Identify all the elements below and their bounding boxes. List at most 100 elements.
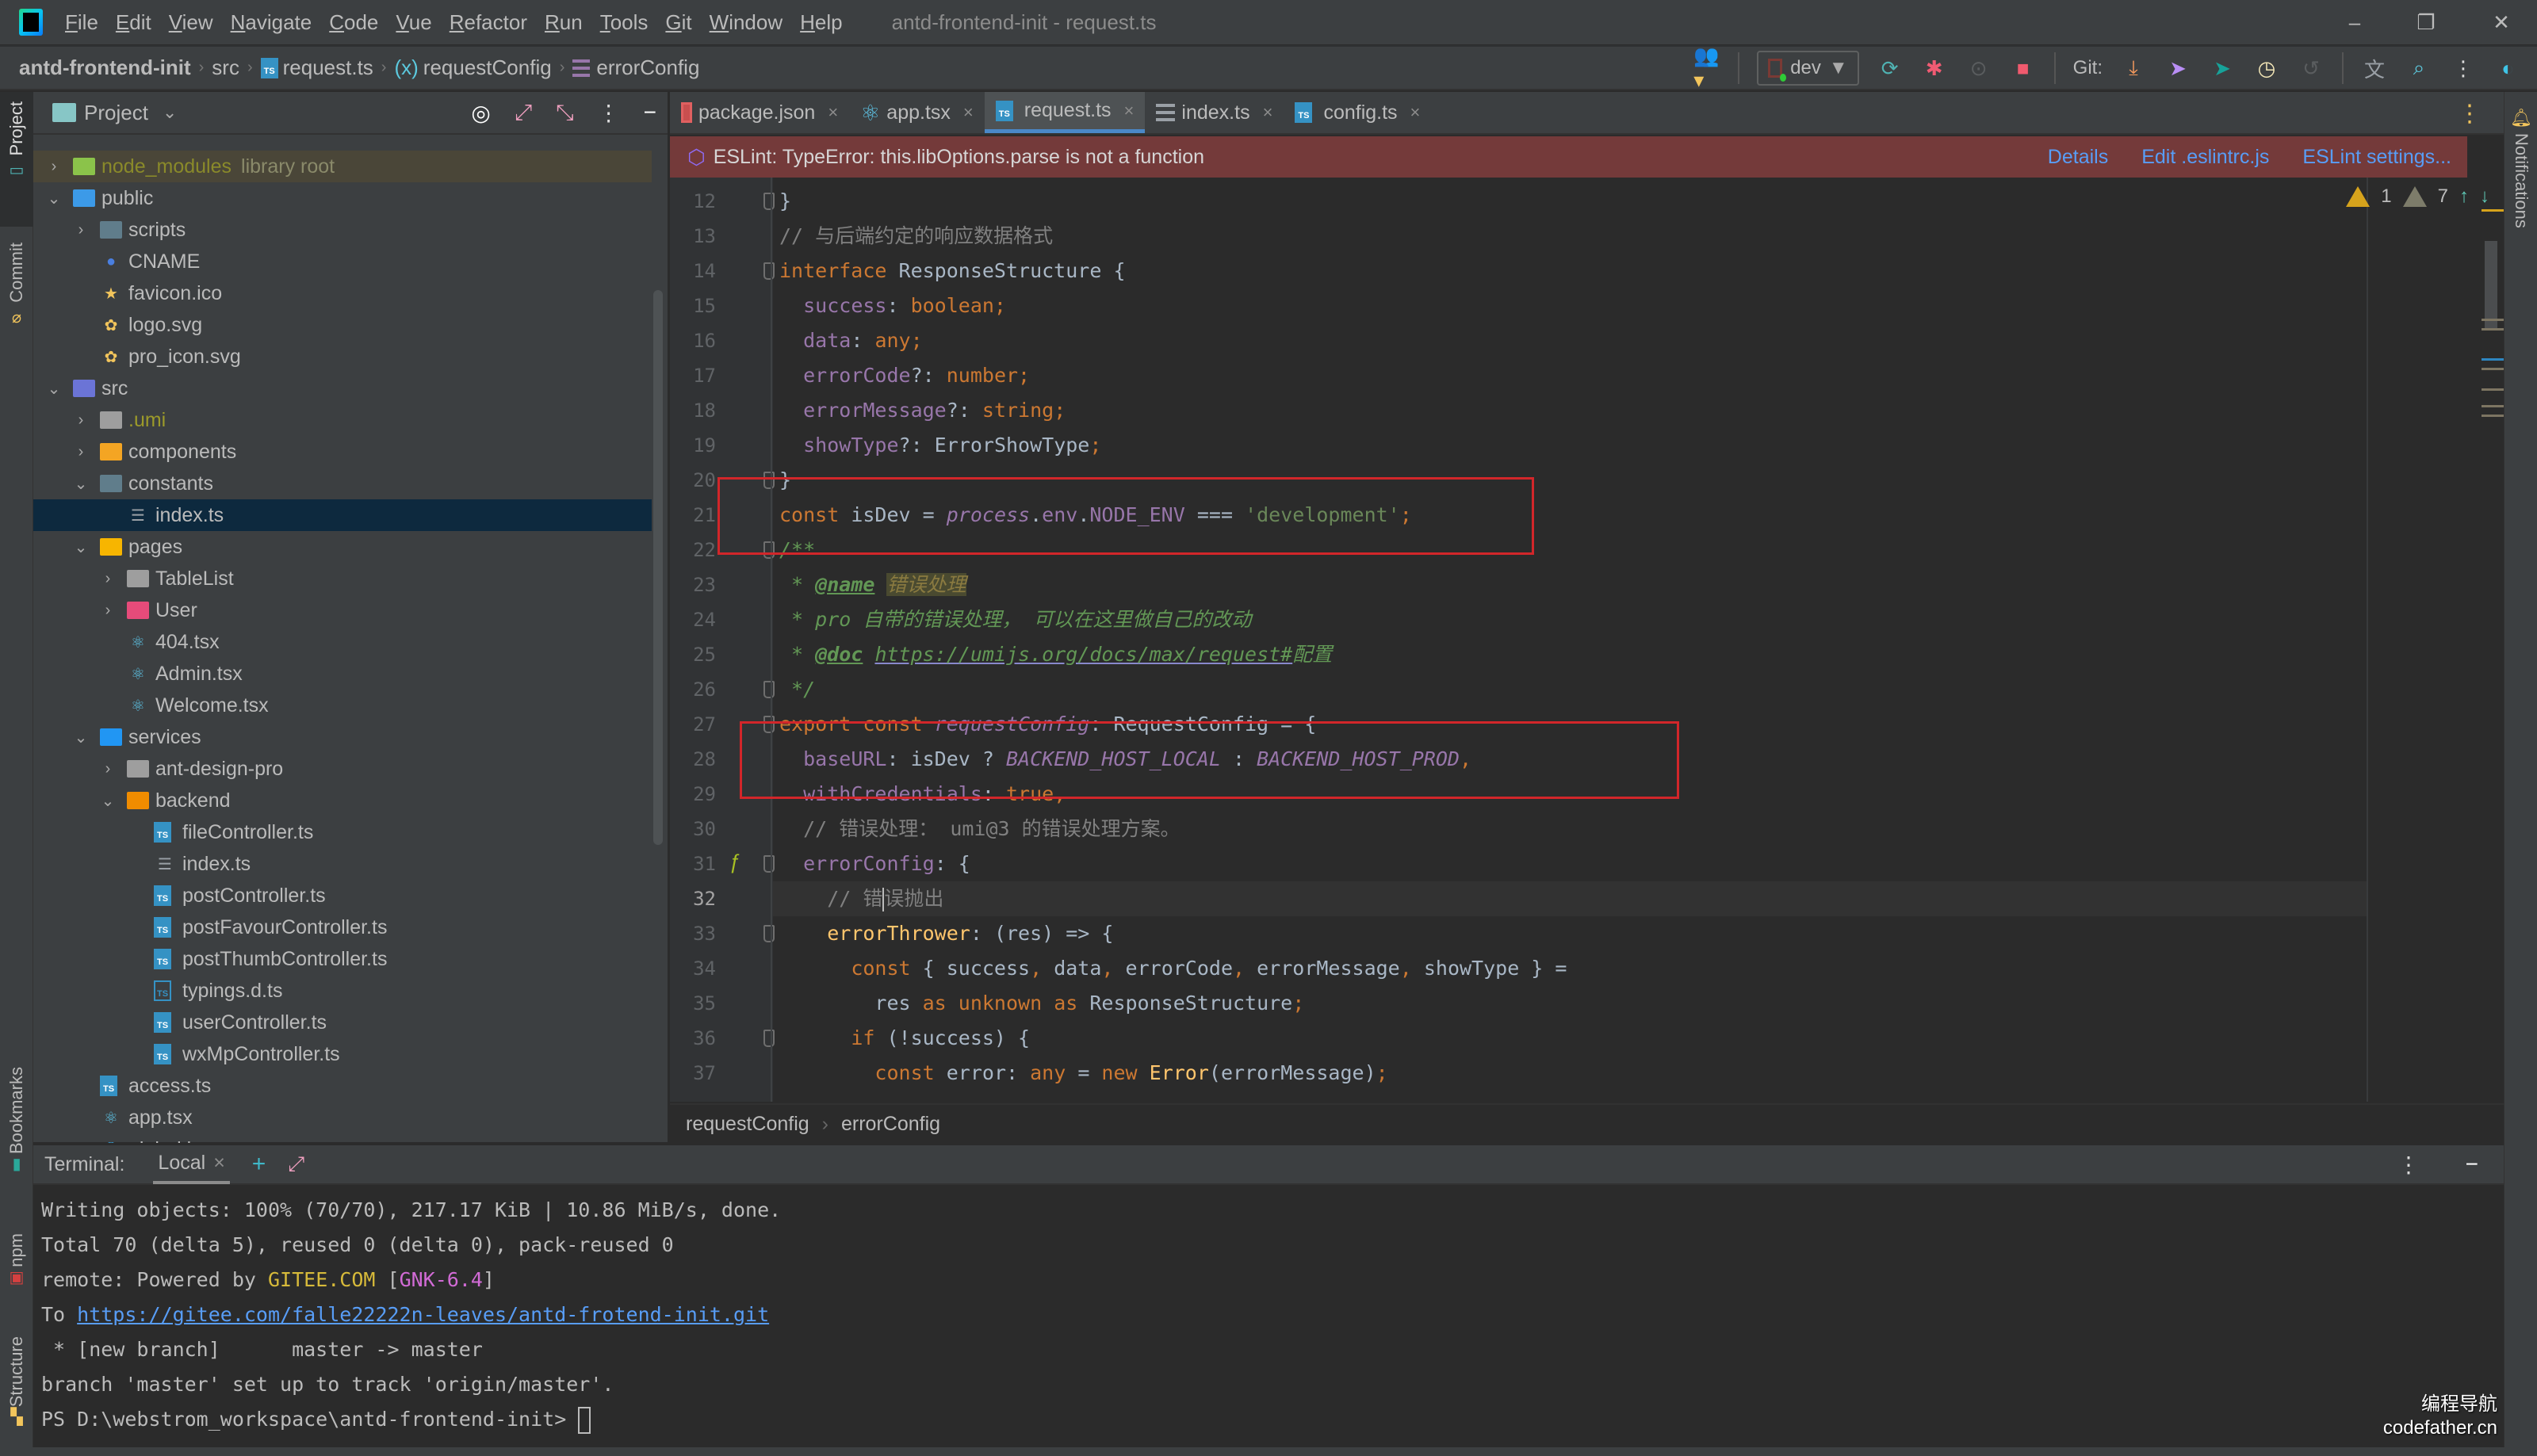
editor-tabs-menu-icon[interactable]: ⋮	[2458, 100, 2482, 128]
close-tab-icon[interactable]: ×	[1263, 102, 1273, 123]
ide-updates-icon[interactable]: ◐	[2494, 55, 2521, 82]
tree-item[interactable]: {} global.less	[33, 1133, 652, 1144]
stripe-marker[interactable]	[2482, 388, 2504, 391]
terminal-tab-local[interactable]: Local ×	[153, 1145, 230, 1184]
hide-terminal-icon[interactable]: −	[2466, 1152, 2478, 1177]
menu-navigate[interactable]: Navigate	[231, 10, 312, 35]
tool-tab-notifications[interactable]: 🔔︎ Notifications	[2504, 108, 2537, 266]
new-terminal-icon[interactable]: +	[252, 1151, 266, 1178]
chevron-down-icon[interactable]: ⌄	[44, 379, 63, 399]
tree-item[interactable]: TS userController.ts	[33, 1007, 652, 1038]
breadcrumb-project[interactable]: antd-frontend-init	[19, 55, 191, 80]
chevron-right-icon[interactable]: ›	[71, 221, 90, 239]
tree-item[interactable]: › node_modules library root	[33, 151, 652, 182]
tree-item[interactable]: › TableList	[33, 563, 652, 594]
stop-icon[interactable]: ■	[2010, 55, 2037, 82]
previous-problem-icon[interactable]: ↑	[2459, 185, 2469, 208]
search-icon[interactable]: ⌕	[2405, 55, 2432, 82]
close-tab-icon[interactable]: ×	[213, 1152, 225, 1175]
tree-item[interactable]: ⌄ backend	[33, 785, 652, 816]
more-options-icon[interactable]: ⋮	[2450, 55, 2477, 82]
tree-item[interactable]: ⌄ services	[33, 721, 652, 753]
tree-item[interactable]: ⚛ 404.tsx	[33, 626, 652, 658]
chevron-down-icon[interactable]: ⌄	[71, 728, 90, 747]
chevron-right-icon[interactable]: ›	[71, 443, 90, 461]
chevron-down-icon[interactable]: ⌄	[71, 474, 90, 494]
tab-config-ts[interactable]: TS config.ts ×	[1284, 92, 1431, 133]
maximize-terminal-icon[interactable]: ⤢	[288, 1152, 304, 1177]
options-menu-icon[interactable]: ⋮	[598, 100, 620, 126]
breadcrumb-property[interactable]: errorConfig	[596, 55, 699, 80]
chevron-down-icon[interactable]: ⌄	[163, 102, 177, 123]
tool-tab-npm[interactable]: npm ▣	[0, 1233, 33, 1328]
stripe-marker[interactable]	[2482, 405, 2504, 407]
code-with-me-icon[interactable]: 👥▾	[1693, 44, 1720, 92]
chevron-right-icon[interactable]: ›	[98, 570, 117, 588]
tool-tab-project[interactable]: Project ▭	[0, 92, 33, 227]
menu-git[interactable]: Git	[665, 10, 691, 35]
tab-index-ts[interactable]: index.ts ×	[1145, 92, 1284, 133]
tree-item[interactable]: ★ favicon.ico	[33, 277, 652, 309]
minimize-button[interactable]: ‒	[2331, 8, 2378, 36]
expand-all-icon[interactable]: ⤢	[515, 100, 532, 126]
rerun-icon[interactable]: ⟳	[1877, 55, 1904, 82]
tree-item[interactable]: ⌄ pages	[33, 531, 652, 563]
breadcrumb-src[interactable]: src	[212, 55, 239, 80]
breadcrumb-symbol[interactable]: requestConfig	[423, 55, 552, 80]
tool-tab-bookmarks[interactable]: Bookmarks ▮	[0, 1067, 33, 1225]
inspection-widget[interactable]: 1 7 ↑ ↓	[2346, 185, 2489, 208]
tree-item[interactable]: ⌄ src	[33, 373, 652, 404]
code-content[interactable]: } // 与后端约定的响应数据格式 interface ResponseStruct…	[773, 178, 2367, 1102]
chevron-right-icon[interactable]: ›	[44, 158, 63, 176]
tree-item[interactable]: ☰ index.ts	[33, 499, 652, 531]
stripe-marker[interactable]	[2482, 328, 2504, 331]
stripe-marker[interactable]	[2482, 319, 2504, 321]
run-configuration-select[interactable]: dev ▼	[1757, 51, 1859, 86]
close-tab-icon[interactable]: ×	[963, 102, 974, 123]
tree-item[interactable]: ✿ pro_icon.svg	[33, 341, 652, 373]
project-tree-scrollbar[interactable]	[653, 290, 663, 845]
tool-tab-structure[interactable]: Structure ▚	[0, 1336, 33, 1455]
edit-eslintrc-link[interactable]: Edit .eslintrc.js	[2141, 146, 2269, 169]
tree-item[interactable]: TS postThumbController.ts	[33, 943, 652, 975]
debug-icon[interactable]: ✱	[1921, 55, 1948, 82]
tree-item[interactable]: ⚛ app.tsx	[33, 1102, 652, 1133]
breadcrumb-file[interactable]: request.ts	[283, 55, 373, 80]
tree-item[interactable]: ☰ index.ts	[33, 848, 652, 880]
eslint-settings-link[interactable]: ESLint settings...	[2302, 146, 2451, 169]
chevron-down-icon[interactable]: ⌄	[44, 189, 63, 208]
menu-file[interactable]: File	[65, 10, 98, 35]
tree-item[interactable]: TS wxMpController.ts	[33, 1038, 652, 1070]
editor-scrollbar[interactable]	[2485, 241, 2497, 328]
menu-vue[interactable]: Vue	[396, 10, 431, 35]
menu-tools[interactable]: Tools	[600, 10, 649, 35]
chevron-down-icon[interactable]: ⌄	[98, 791, 117, 811]
hide-panel-icon[interactable]: −	[644, 100, 656, 126]
tree-item[interactable]: ⌄ constants	[33, 468, 652, 499]
git-push-icon[interactable]: ➤	[2209, 55, 2236, 82]
tree-item[interactable]: ⚛ Welcome.tsx	[33, 690, 652, 721]
tool-tab-commit[interactable]: Commit ⌀	[0, 235, 33, 353]
git-rollback-icon[interactable]: ↺	[2298, 55, 2325, 82]
next-problem-icon[interactable]: ↓	[2480, 185, 2489, 208]
tree-item[interactable]: TS typings.d.ts	[33, 975, 652, 1007]
stripe-marker[interactable]	[2482, 415, 2504, 417]
menu-refactor[interactable]: Refactor	[450, 10, 527, 35]
caret-stripe-marker[interactable]	[2482, 358, 2504, 361]
terminal-options-icon[interactable]: ⋮	[2397, 1152, 2420, 1178]
tree-item[interactable]: TS access.ts	[33, 1070, 652, 1102]
close-tab-icon[interactable]: ×	[828, 102, 838, 123]
stripe-marker[interactable]	[2482, 368, 2504, 370]
menu-view[interactable]: View	[169, 10, 213, 35]
tree-item[interactable]: TS postFavourController.ts	[33, 911, 652, 943]
menu-help[interactable]: Help	[800, 10, 842, 35]
menu-code[interactable]: Code	[329, 10, 378, 35]
tab-app-tsx[interactable]: ⚛ app.tsx ×	[849, 92, 985, 133]
close-tab-icon[interactable]: ×	[1124, 101, 1135, 121]
tree-item[interactable]: ⚛ Admin.tsx	[33, 658, 652, 690]
tab-package-json[interactable]: package.json ×	[670, 92, 849, 133]
eslint-details-link[interactable]: Details	[2048, 146, 2108, 169]
git-update-icon[interactable]: ⤓	[2120, 55, 2147, 82]
editor-breadcrumb-item[interactable]: errorConfig	[841, 1113, 940, 1136]
tree-item[interactable]: ✿ logo.svg	[33, 309, 652, 341]
